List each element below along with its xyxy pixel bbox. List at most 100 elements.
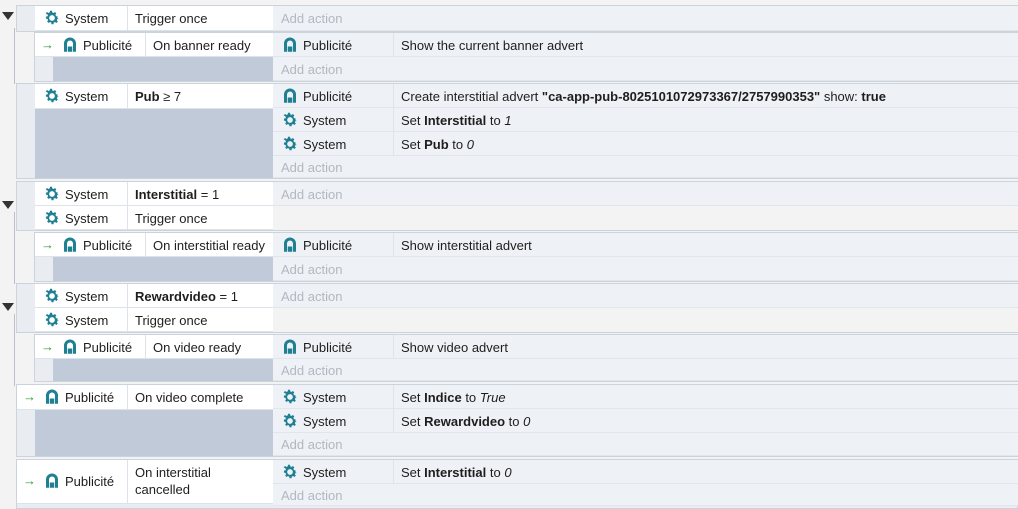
admob-icon — [61, 236, 79, 254]
action-row[interactable]: System Set Interstitial to 1 — [273, 108, 1018, 132]
gear-icon — [43, 9, 61, 27]
add-action-row[interactable]: Add action — [273, 6, 1018, 31]
subevent-block: → Publicité On interstitial ready Public… — [34, 232, 1018, 282]
action-text: Set Interstitial to 1 — [401, 113, 512, 128]
event-block: → Publicité On video complete System Set… — [16, 384, 1018, 457]
admob-icon — [43, 472, 61, 490]
add-action-row[interactable]: Add action — [273, 57, 1018, 81]
action-text: Create interstitial advert "ca-app-pub-8… — [401, 89, 886, 104]
tree-line — [14, 28, 15, 84]
condition-text: Trigger once — [135, 11, 208, 26]
action-text: Set Indice to True — [401, 390, 506, 405]
subevent-block: → Publicité On banner ready Publicité Sh… — [34, 32, 1018, 82]
condition-row[interactable]: System Interstitial = 1 — [35, 182, 273, 206]
action-row[interactable]: System Set Rewardvideo to 0 — [273, 409, 1018, 433]
condition-object: Publicité — [61, 36, 132, 54]
event-block: System Interstitial = 1 System Trigger o… — [16, 181, 1018, 231]
condition-row[interactable]: System Trigger once — [35, 206, 273, 230]
add-action-link[interactable]: Add action — [281, 488, 342, 503]
collapse-toggle-icon[interactable] — [2, 201, 14, 209]
add-action-link[interactable]: Add action — [281, 289, 342, 304]
condition-row[interactable]: → Publicité On interstitial ready — [35, 233, 273, 257]
add-action-link[interactable]: Add action — [281, 160, 342, 175]
gear-icon — [281, 388, 299, 406]
action-object: System — [281, 463, 346, 481]
condition-object: Publicité — [43, 388, 114, 406]
trigger-arrow-icon: → — [41, 339, 54, 354]
action-row[interactable]: System Set Pub to 0 — [273, 132, 1018, 156]
action-object: Publicité — [281, 36, 352, 54]
admob-icon — [281, 236, 299, 254]
gear-icon — [281, 111, 299, 129]
condition-row[interactable]: → Publicité On video ready — [35, 335, 273, 359]
action-object: System — [281, 135, 346, 153]
condition-object: Publicité — [61, 338, 132, 356]
collapse-toggle-icon[interactable] — [2, 303, 14, 311]
condition-text: On video ready — [153, 340, 242, 355]
add-action-link[interactable]: Add action — [281, 262, 342, 277]
condition-row[interactable]: System Trigger once — [35, 6, 273, 31]
condition-text: On interstitial ready — [153, 238, 265, 253]
action-row[interactable]: Publicité Show the current banner advert — [273, 33, 1018, 57]
collapse-toggle-icon[interactable] — [2, 12, 14, 20]
condition-row[interactable]: → Publicité On banner ready — [35, 33, 273, 57]
condition-row[interactable]: System Rewardvideo = 1 — [35, 284, 273, 308]
add-action-row[interactable]: Add action — [273, 359, 1018, 381]
condition-object: Publicité — [43, 472, 114, 490]
condition-strip — [35, 109, 273, 178]
gear-icon — [43, 209, 61, 227]
action-text: Set Pub to 0 — [401, 137, 474, 152]
action-row[interactable]: Publicité Create interstitial advert "ca… — [273, 84, 1018, 108]
action-object: Publicité — [281, 236, 352, 254]
action-text: Show the current banner advert — [401, 38, 584, 53]
gear-icon — [281, 463, 299, 481]
action-row[interactable]: System Set Indice to True — [273, 385, 1018, 409]
add-action-row[interactable]: Add action — [273, 182, 1018, 206]
admob-icon — [61, 338, 79, 356]
condition-object: System — [43, 185, 108, 203]
condition-object: System — [43, 311, 108, 329]
trigger-arrow-icon: → — [23, 473, 36, 488]
condition-text: Trigger once — [135, 211, 208, 226]
event-block: System Trigger once Add action — [16, 5, 1018, 32]
subevent-block: → Publicité On video ready Publicité Sho… — [34, 334, 1018, 382]
gear-icon — [43, 311, 61, 329]
add-action-link[interactable]: Add action — [281, 363, 342, 378]
action-row[interactable]: System Set Interstitial to 0 — [273, 460, 1018, 484]
condition-row[interactable]: System Pub ≥ 7 — [35, 84, 273, 109]
condition-row[interactable]: System Trigger once — [35, 308, 273, 332]
condition-text-line2: cancelled — [135, 482, 190, 497]
add-action-row[interactable]: Add action — [273, 156, 1018, 178]
condition-text-line1: On interstitial — [135, 465, 211, 480]
condition-row[interactable]: → Publicité On video complete — [17, 385, 273, 410]
condition-text: Rewardvideo = 1 — [135, 289, 238, 304]
action-object: Publicité — [281, 87, 352, 105]
condition-strip — [35, 410, 273, 456]
admob-icon — [281, 87, 299, 105]
add-action-row[interactable]: Add action — [273, 484, 1018, 506]
action-text: Set Rewardvideo to 0 — [401, 414, 531, 429]
add-action-link[interactable]: Add action — [281, 437, 342, 452]
trigger-arrow-icon: → — [23, 389, 36, 404]
add-action-link[interactable]: Add action — [281, 62, 342, 77]
action-row[interactable]: Publicité Show interstitial advert — [273, 233, 1018, 257]
condition-row[interactable]: → Publicité On interstitial cancelled — [17, 460, 273, 504]
tree-line — [14, 212, 15, 284]
add-action-link[interactable]: Add action — [281, 11, 342, 26]
action-text: Show video advert — [401, 340, 508, 355]
add-action-row[interactable]: Add action — [273, 433, 1018, 456]
condition-object: System — [43, 287, 108, 305]
action-object: Publicité — [281, 338, 352, 356]
add-action-row[interactable]: Add action — [273, 284, 1018, 308]
condition-text: On banner ready — [153, 38, 251, 53]
add-action-row[interactable]: Add action — [273, 257, 1018, 281]
condition-text: Pub ≥ 7 — [135, 89, 182, 104]
event-block: System Rewardvideo = 1 System Trigger on… — [16, 283, 1018, 333]
gear-icon — [281, 135, 299, 153]
gear-icon — [43, 287, 61, 305]
action-row[interactable]: Publicité Show video advert — [273, 335, 1018, 359]
admob-icon — [61, 36, 79, 54]
condition-object: System — [43, 87, 108, 105]
trigger-arrow-icon: → — [41, 237, 54, 252]
add-action-link[interactable]: Add action — [281, 187, 342, 202]
